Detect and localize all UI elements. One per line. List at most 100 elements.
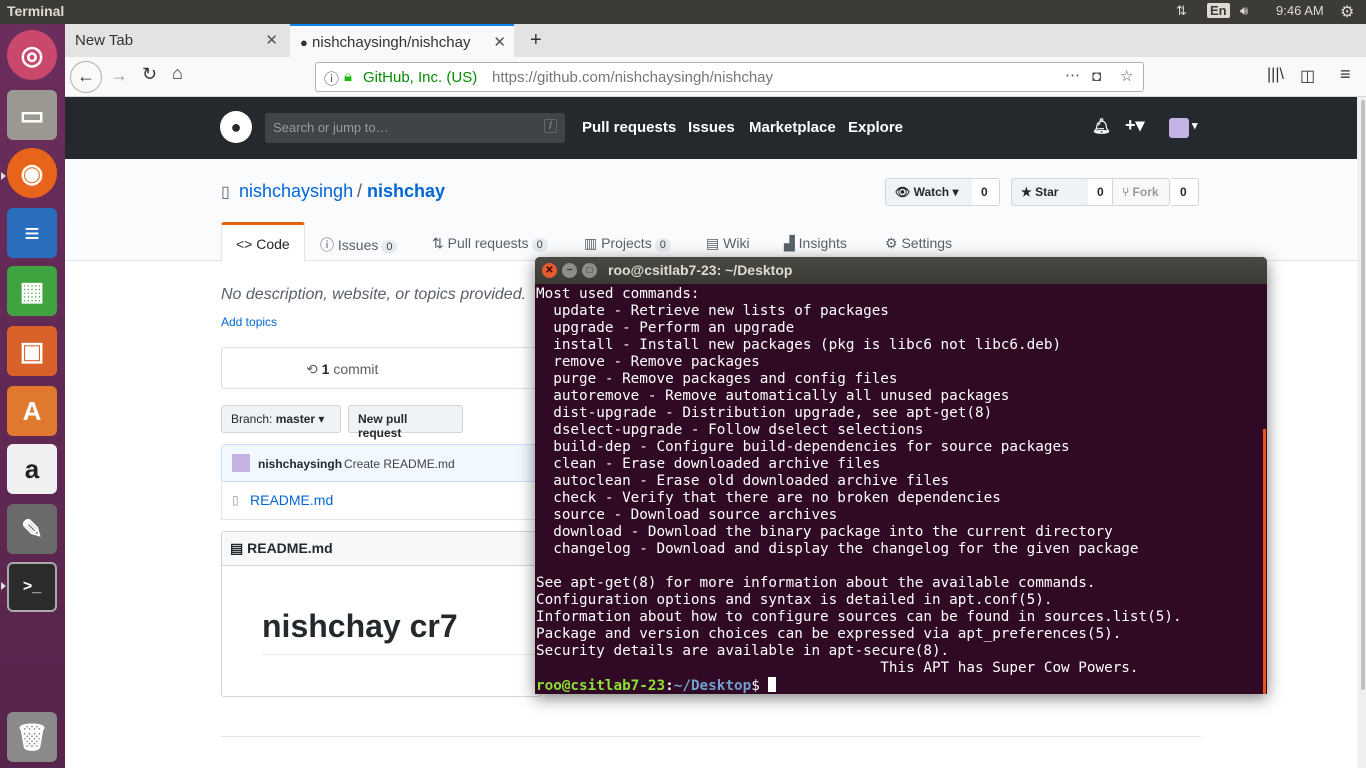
back-button[interactable]: ← [70, 61, 102, 93]
file-icon: ▯ [232, 493, 239, 507]
terminal-line: upgrade - Perform an upgrade [536, 320, 795, 336]
calc-icon[interactable]: ▦ [7, 266, 57, 316]
menu-icon[interactable]: ≡ [1340, 64, 1351, 85]
close-window-button[interactable]: ✕ [542, 263, 557, 278]
terminal-line: Security details are available in apt-se… [536, 643, 950, 659]
create-new-plus-icon[interactable]: +▾ [1125, 115, 1145, 136]
avatar[interactable] [232, 454, 250, 472]
more-actions-icon[interactable]: ⋯ [1065, 66, 1080, 84]
site-identity[interactable]: GitHub, Inc. (US) [363, 69, 477, 86]
terminal-line: remove - Remove packages [536, 354, 760, 370]
system-gear-icon[interactable]: ⚙ [1340, 2, 1354, 22]
forward-button[interactable]: → [110, 65, 128, 86]
terminal-title: roo@csitlab7-23: ~/Desktop [608, 262, 793, 278]
library-icon[interactable]: |||\ [1267, 66, 1284, 84]
terminal-line: clean - Erase downloaded archive files [536, 456, 881, 472]
impress-icon[interactable]: ▣ [7, 326, 57, 376]
home-button[interactable]: ⌂ [172, 63, 183, 84]
scrollbar-thumb[interactable] [1361, 100, 1365, 690]
tab-issues[interactable]: ⓘ Issues 0 [320, 235, 398, 255]
close-icon[interactable]: ✕ [493, 33, 506, 51]
tab-new-tab[interactable]: New Tab ✕ [65, 24, 290, 57]
watch-count[interactable]: 0 [972, 178, 1000, 206]
terminal-line: Information about how to configure sourc… [536, 609, 1182, 625]
firefox-icon[interactable]: ◉ [7, 148, 57, 198]
repo-owner-link[interactable]: nishchaysingh [239, 181, 353, 202]
url-text[interactable]: https://github.com/nishchaysingh/nishcha… [492, 69, 773, 86]
software-center-icon[interactable]: A [7, 386, 57, 436]
files-icon[interactable]: ▭ [7, 90, 57, 140]
bookmark-star-icon[interactable]: ☆ [1120, 67, 1133, 85]
terminal-output[interactable]: Most used commands: update - Retrieve ne… [536, 286, 1264, 677]
trash-icon[interactable]: 🗑︎ [7, 712, 57, 762]
tab-settings[interactable]: ⚙ Settings [885, 235, 952, 252]
top-panel: Terminal ⇅ En 🔊︎ 9:46 AM ⚙ [0, 0, 1366, 24]
maximize-window-button[interactable]: □ [582, 263, 597, 278]
github-favicon-icon: ● [300, 35, 308, 50]
writer-icon[interactable]: ≡ [7, 208, 57, 258]
github-logo-icon[interactable]: ● [220, 111, 252, 143]
prompt-separator: : [665, 678, 674, 694]
star-button[interactable]: ★ Star [1011, 178, 1089, 206]
repo-description: No description, website, or topics provi… [221, 286, 527, 303]
terminal-prompt[interactable]: roo@csitlab7-23:~/Desktop$ [536, 677, 777, 694]
keyboard-layout-indicator[interactable]: En [1207, 3, 1230, 18]
info-icon[interactable]: ⓘ [324, 68, 339, 89]
commits-link[interactable]: ⟲ 1 commit [306, 361, 378, 378]
terminal-line: download - Download the binary package i… [536, 524, 1113, 540]
fork-button[interactable]: ⑂ Fork [1112, 178, 1170, 206]
reload-button[interactable]: ↻ [142, 64, 157, 85]
nav-explore[interactable]: Explore [848, 119, 903, 136]
url-bar[interactable]: ⓘ 🔒︎ GitHub, Inc. (US) https://github.co… [315, 62, 1144, 92]
tab-projects[interactable]: ▥ Projects 0 [584, 235, 671, 252]
repo-icon: ▯ [221, 184, 230, 201]
terminal-icon[interactable]: >_ [7, 562, 57, 612]
commit-message[interactable]: Create README.md [344, 457, 455, 471]
terminal-window[interactable]: ✕ − □ roo@csitlab7-23: ~/Desktop Most us… [535, 257, 1267, 694]
terminal-line: update - Retrieve new lists of packages [536, 303, 889, 319]
tab-wiki[interactable]: ▤ Wiki [706, 235, 750, 252]
fork-count[interactable]: 0 [1171, 178, 1199, 206]
nav-marketplace[interactable]: Marketplace [749, 119, 836, 136]
clock[interactable]: 9:46 AM [1276, 3, 1324, 18]
tab-pull-requests[interactable]: ⇅ Pull requests 0 [432, 235, 548, 252]
system-settings-icon[interactable]: ✎ [7, 504, 57, 554]
network-icon[interactable]: ⇅ [1176, 3, 1187, 19]
launcher: ◎ ▭ ◉ ≡ ▦ ▣ A a ✎ >_ 🗑︎ [0, 24, 65, 768]
tab-strip: New Tab ✕ ● nishchaysingh/nishchay ✕ + [65, 24, 1366, 57]
nav-issues[interactable]: Issues [688, 119, 735, 136]
terminal-scrollbar[interactable] [1263, 429, 1266, 694]
readme-header: ▤ README.md [222, 532, 540, 566]
pocket-icon[interactable]: ◘ [1092, 68, 1101, 85]
new-pull-request-button[interactable]: New pull request [348, 405, 463, 440]
commit-author[interactable]: nishchaysingh [258, 457, 342, 471]
amazon-icon[interactable]: a [7, 444, 57, 494]
terminal-line: dist-upgrade - Distribution upgrade, see… [536, 405, 993, 421]
tab-insights[interactable]: ▟ Insights [784, 235, 847, 252]
ubuntu-dash-icon[interactable]: ◎ [7, 30, 57, 80]
volume-icon[interactable]: 🔊︎ [1240, 3, 1248, 19]
terminal-line: changelog - Download and display the cha… [536, 541, 1139, 557]
terminal-titlebar[interactable]: ✕ − □ roo@csitlab7-23: ~/Desktop [535, 257, 1267, 284]
new-tab-button[interactable]: + [520, 21, 552, 54]
terminal-line: See apt-get(8) for more information abou… [536, 575, 1096, 591]
notifications-bell-icon[interactable]: 🔔︎ [1092, 117, 1111, 135]
repo-name-link[interactable]: nishchay [367, 181, 445, 202]
search-input[interactable]: Search or jump to… / [265, 113, 565, 143]
close-icon[interactable]: ✕ [265, 31, 278, 49]
nav-pull-requests[interactable]: Pull requests [582, 119, 676, 136]
minimize-window-button[interactable]: − [562, 263, 577, 278]
branch-select[interactable]: Branch: master ▾ [221, 405, 341, 433]
file-link[interactable]: README.md [250, 492, 333, 508]
search-shortcut-key: / [543, 119, 557, 133]
add-topics-link[interactable]: Add topics [221, 315, 277, 329]
watch-button[interactable]: 👁︎ Watch ▾ [885, 178, 973, 206]
tab-code[interactable]: <> Code [221, 222, 305, 262]
terminal-line: source - Download source archives [536, 507, 838, 523]
chevron-down-icon[interactable]: ▾ [1192, 119, 1198, 132]
sidebar-icon[interactable]: ◫ [1300, 66, 1315, 86]
terminal-line: autoclean - Erase old downloaded archive… [536, 473, 950, 489]
tab-github[interactable]: ● nishchaysingh/nishchay ✕ [290, 24, 514, 57]
avatar[interactable] [1169, 118, 1189, 138]
